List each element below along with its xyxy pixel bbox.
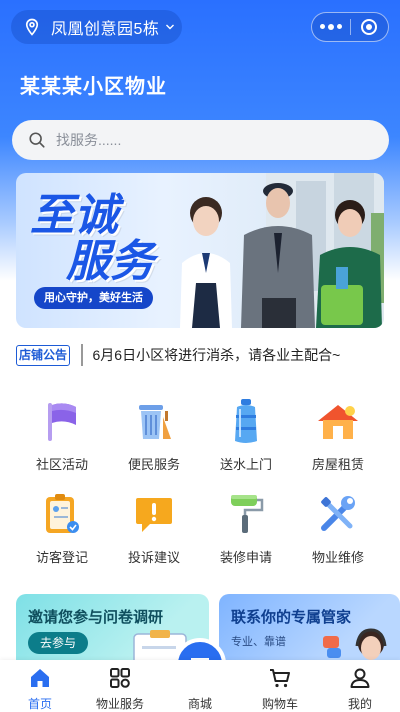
house-icon [313,396,363,446]
tab-profile[interactable]: 我的 [320,660,400,712]
notice-text: 6月6日小区将进行消杀，请各业主配合~ [92,347,341,363]
page-title: 某某某小区物业 [20,76,167,98]
tab-property-service[interactable]: 物业服务 [80,660,160,712]
home-icon [31,669,49,687]
location-pin-icon [25,18,39,36]
service-convenience[interactable]: 便民服务 [108,396,200,473]
notice-tag: 店铺公告 [16,344,71,366]
notice-bar[interactable]: 店铺公告 6月6日小区将进行消杀，请各业主配合~ [16,341,384,369]
miniprogram-capsule [311,12,389,42]
search-icon [29,132,45,148]
grid-icon [110,668,130,688]
service-complaint[interactable]: 投诉建议 [108,489,200,566]
close-target-icon[interactable] [350,18,388,36]
clipboard-icon [37,489,87,539]
search-bar[interactable] [12,120,389,160]
location-text: 凤凰创意园5栋 [51,21,160,38]
service-community-activity[interactable]: 社区活动 [16,396,108,473]
chevron-down-icon [166,24,175,30]
service-visitor-registration[interactable]: 访客登记 [16,489,108,566]
service-water-delivery[interactable]: 送水上门 [200,396,292,473]
water-bottle-icon [221,396,271,446]
banner-title: 至诚 服务 [30,191,154,286]
butler-subtitle: 专业、靠谱 [231,636,286,648]
banner-slogan: 用心守护，美好生活 [34,287,153,309]
butler-avatar-illustration [323,628,387,664]
tab-cart[interactable]: 购物车 [240,660,320,712]
tools-icon [313,489,363,539]
cart-icon [270,669,290,688]
survey-title: 邀请您参与问卷调研 [28,609,164,626]
more-icon[interactable] [312,24,350,30]
survey-join-button[interactable]: 去参与 [28,632,89,654]
service-renovation[interactable]: 装修申请 [200,489,292,566]
tab-mall[interactable]: 商城 [160,660,240,712]
paint-roller-icon [221,489,271,539]
search-input[interactable] [56,132,336,148]
service-grid: 社区活动 便民服务 送水上门 房屋租赁 访客登记 投诉建议 装修申请 物业维修 [16,396,384,566]
butler-card[interactable]: 联系你的专属管家 专业、靠谱 [219,594,400,664]
promo-banner[interactable]: 至诚 服务 用心守护，美好生活 [16,173,384,328]
service-house-rental[interactable]: 房屋租赁 [292,396,384,473]
location-selector[interactable]: 凤凰创意园5栋 [11,10,182,44]
user-icon [350,668,370,688]
service-repair[interactable]: 物业维修 [292,489,384,566]
flag-icon [37,396,87,446]
alert-icon [129,489,179,539]
bottom-tab-bar: 首页 物业服务 商城 购物车 我的 [0,660,400,712]
tab-home[interactable]: 首页 [0,660,80,712]
trash-bin-icon [129,396,179,446]
